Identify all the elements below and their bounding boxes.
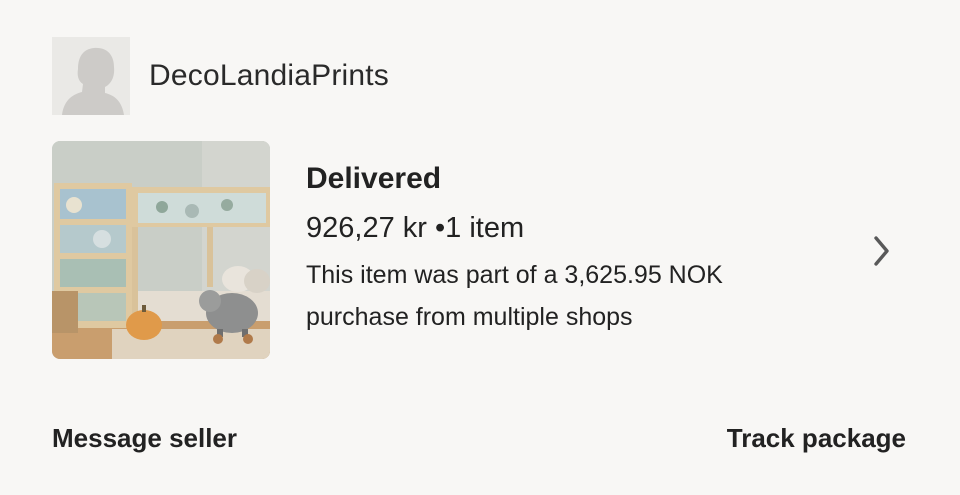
separator-dot: •: [434, 212, 446, 244]
order-status: Delivered: [306, 162, 442, 195]
default-avatar-icon: [52, 37, 130, 115]
product-image: [52, 141, 270, 359]
order-card[interactable]: Delivered 926,27 kr •1 item This item wa…: [52, 141, 912, 359]
order-detail-link[interactable]: [867, 231, 897, 271]
track-package-button[interactable]: Track package: [727, 420, 906, 456]
chevron-right-icon: [874, 236, 889, 266]
order-price: 926,27 kr: [306, 212, 427, 244]
shop-avatar[interactable]: [52, 37, 130, 115]
message-seller-button[interactable]: Message seller: [52, 420, 237, 456]
order-summary: 926,27 kr •1 item: [306, 208, 826, 248]
order-item-count: 1 item: [445, 212, 525, 244]
order-details: Delivered 926,27 kr •1 item This item wa…: [306, 159, 826, 338]
multi-shop-note: This item was part of a 3,625.95 NOK pur…: [306, 261, 723, 331]
shop-header[interactable]: DecoLandiaPrints: [52, 37, 389, 115]
shop-name[interactable]: DecoLandiaPrints: [149, 59, 389, 93]
product-thumbnail[interactable]: [52, 141, 270, 359]
